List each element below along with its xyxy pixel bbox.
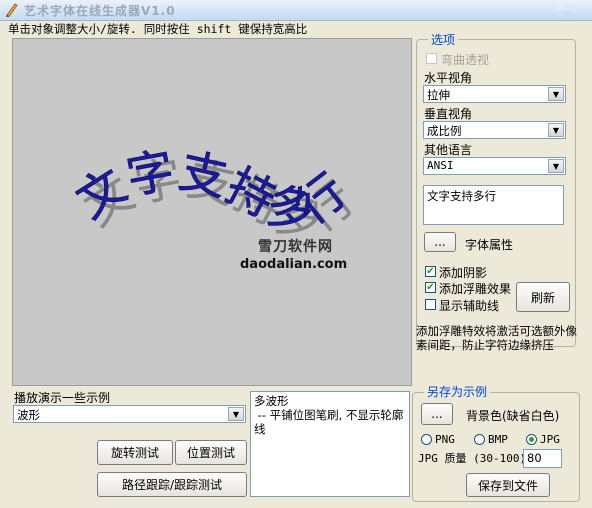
- art-text-preview[interactable]: 文字支持多行 文字支持多行: [13, 39, 411, 385]
- bend-perspective-label: 弯曲透视: [441, 53, 490, 67]
- demo-label: 播放演示一些示例: [14, 391, 111, 405]
- add-emboss-checkbox[interactable]: ✔: [425, 282, 436, 293]
- jpg-quality-input[interactable]: 80: [523, 449, 562, 468]
- format-png-label: PNG: [435, 433, 455, 446]
- format-jpg-radio[interactable]: [526, 434, 537, 445]
- other-language-label: 其他语言: [424, 143, 473, 157]
- show-guides-checkbox[interactable]: [425, 299, 436, 310]
- demo-description: 多波形 -- 平铺位图笔刷, 不显示轮廓线: [250, 391, 410, 497]
- font-properties-label: 字体属性: [465, 238, 514, 252]
- chevron-down-icon[interactable]: ▼: [548, 87, 564, 101]
- jpg-quality-label: JPG 质量 (30-100): [418, 452, 527, 465]
- add-shadow-checkbox[interactable]: ✔: [425, 266, 436, 277]
- pencil-icon: [6, 3, 18, 17]
- horizontal-view-select[interactable]: 拉伸 ▼: [423, 85, 566, 103]
- watermark-en: daodalian.com: [240, 257, 348, 272]
- vertical-view-label: 垂直视角: [424, 107, 473, 121]
- format-bmp-radio[interactable]: [474, 434, 485, 445]
- usage-hint: 单击对象调整大小/旋转. 同时按住 shift 键保持宽高比: [8, 22, 308, 36]
- path-tracking-test-button[interactable]: 路径跟踪/跟踪测试: [97, 472, 247, 497]
- add-shadow-label: 添加阴影: [439, 266, 488, 280]
- window-title: 艺术字体在线生成器V1.0: [24, 4, 176, 18]
- chevron-down-icon[interactable]: ▼: [548, 123, 564, 137]
- vertical-view-value: 成比例: [427, 124, 462, 138]
- format-jpg-label: JPG: [540, 433, 560, 446]
- rotate-test-button[interactable]: 旋转测试: [97, 440, 173, 465]
- background-color-button[interactable]: ...: [421, 403, 453, 425]
- format-png-radio[interactable]: [421, 434, 432, 445]
- emboss-note: 添加浮雕特效将激活可选额外像素间距，防止字符边缘挤压: [416, 324, 577, 352]
- options-title: 选项: [428, 31, 459, 48]
- horizontal-view-label: 水平视角: [424, 71, 473, 85]
- format-bmp-label: BMP: [488, 433, 508, 446]
- add-emboss-label: 添加浮雕效果: [439, 282, 512, 296]
- show-guides-label: 显示辅助线: [439, 299, 500, 313]
- save-group-title: 另存为示例: [424, 383, 491, 400]
- horizontal-view-value: 拉伸: [427, 88, 450, 102]
- save-to-file-button[interactable]: 保存到文件: [466, 473, 550, 497]
- position-test-button[interactable]: 位置测试: [175, 440, 247, 465]
- vertical-view-select[interactable]: 成比例 ▼: [423, 121, 566, 139]
- chevron-down-icon[interactable]: ▼: [548, 159, 564, 173]
- watermark-cn: 雪刀软件网: [258, 239, 333, 255]
- chevron-down-icon[interactable]: ▼: [228, 407, 244, 421]
- font-properties-button[interactable]: ...: [424, 232, 456, 252]
- language-select[interactable]: ANSI ▼: [423, 157, 566, 175]
- text-input[interactable]: 文字支持多行: [423, 185, 564, 225]
- demo-selected-value: 波形: [17, 408, 40, 422]
- background-color-label: 背景色(缺省白色): [466, 409, 560, 423]
- bend-perspective-checkbox[interactable]: [426, 53, 437, 64]
- demo-select[interactable]: 波形 ▼: [13, 405, 246, 423]
- refresh-button[interactable]: 刷新: [516, 282, 570, 312]
- language-value: ANSI: [427, 159, 454, 172]
- windows-logo-icon: [556, 4, 574, 17]
- preview-canvas[interactable]: 文字支持多行 文字支持多行: [12, 38, 412, 386]
